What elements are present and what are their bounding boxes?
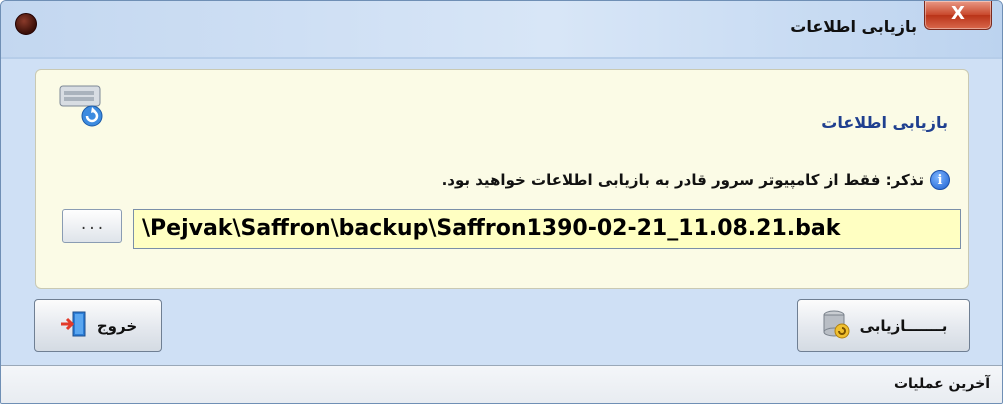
app-icon <box>15 13 37 35</box>
backup-path-value: \Pejvak\Saffron\backup\Saffron1390-02-21… <box>142 216 841 241</box>
note-line: i تذکر: فقط از کامپیوتر سرور قادر به باز… <box>442 170 950 190</box>
title-bar: X بازیابی اطلاعات <box>1 1 1002 57</box>
status-text: آخرین عملیات <box>893 376 990 392</box>
restore-window: X بازیابی اطلاعات بازیابی اطلاعات i تذکر… <box>0 0 1003 404</box>
browse-button[interactable]: ... <box>62 209 122 243</box>
info-icon: i <box>930 170 950 190</box>
close-button[interactable]: X <box>924 1 992 30</box>
window-title: بازیابی اطلاعات <box>790 17 917 36</box>
exit-label: خروج <box>96 316 138 335</box>
restore-label: بـــــــازیابی <box>859 316 948 335</box>
content-panel: بازیابی اطلاعات i تذکر: فقط از کامپیوتر … <box>35 69 969 289</box>
note-text: تذکر: فقط از کامپیوتر سرور قادر به بازیا… <box>441 171 924 189</box>
backup-path-input[interactable]: \Pejvak\Saffron\backup\Saffron1390-02-21… <box>133 209 961 249</box>
restore-button[interactable]: بـــــــازیابی <box>797 299 970 352</box>
section-heading: بازیابی اطلاعات <box>821 113 948 132</box>
exit-door-icon <box>59 309 89 343</box>
status-bar: آخرین عملیات <box>1 365 1002 403</box>
exit-button[interactable]: خروج <box>34 299 162 352</box>
database-restore-icon <box>820 308 852 344</box>
server-restore-icon <box>56 82 108 134</box>
